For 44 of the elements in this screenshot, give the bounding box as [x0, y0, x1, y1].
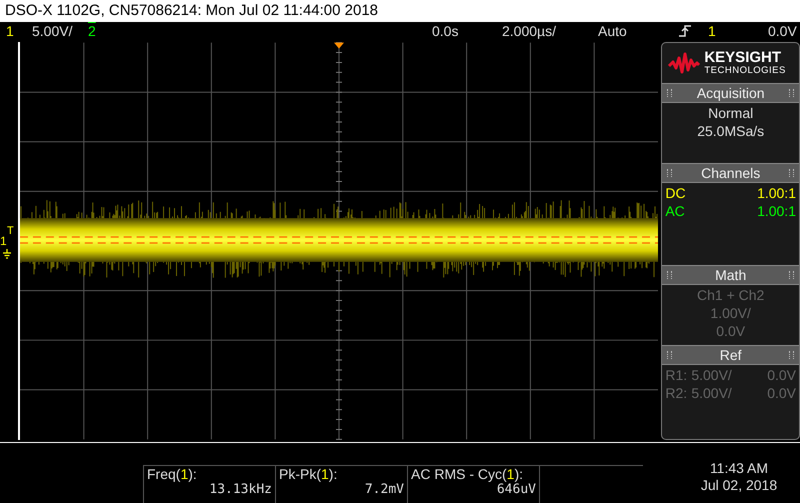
- ref-offset: 0.0V: [767, 367, 796, 383]
- trigger-level-marker: T: [7, 225, 14, 237]
- probe-ratio: 1.00:1: [757, 203, 796, 219]
- window-title: DSO-X 1102G, CN57086214: Mon Jul 02 11:44:00 2018: [4, 2, 378, 19]
- delay-value: 0.0s: [432, 23, 460, 39]
- logo-wordmark: KEYSIGHT: [704, 50, 782, 65]
- measurement-value: 7.2mV: [364, 482, 404, 497]
- channel-label[interactable]: 2: [82, 23, 114, 39]
- rising-edge-icon: [678, 24, 692, 38]
- clock-date: Jul 02, 2018: [700, 477, 778, 493]
- section-header: Math: [662, 265, 799, 285]
- measurement-label: Freq(1):: [147, 466, 198, 482]
- trigger-mode: Auto: [598, 23, 628, 39]
- measurement-value: 13.13kHz: [209, 482, 272, 497]
- channel-label[interactable]: 1: [0, 23, 32, 39]
- logo-subtitle: TECHNOLOGIES: [704, 65, 786, 76]
- trigger-position-marker: [334, 42, 344, 49]
- measurement-value: 646uV: [496, 482, 536, 497]
- ref-offset: 0.0V: [767, 385, 796, 401]
- ref-name: R1:: [665, 367, 688, 383]
- section-header: Channels: [662, 163, 799, 183]
- wave-logo-icon: [668, 52, 700, 74]
- ground-icon: [2, 249, 12, 259]
- channel-marker: 1: [0, 234, 7, 248]
- acquisition-info: Normal: [708, 105, 754, 121]
- math-info: 1.00V/: [710, 305, 751, 321]
- probe-ratio: 1.00:1: [757, 185, 796, 201]
- coupling-label: AC: [665, 203, 685, 219]
- clock-time: 11:43 AM: [710, 460, 768, 476]
- coupling-label: DC: [665, 185, 686, 201]
- measurement-label: AC RMS - Cyc(1):: [411, 466, 524, 482]
- timebase-value: 2.000µs/: [502, 23, 557, 39]
- trigger-source: 1: [708, 23, 717, 39]
- section-header: Ref: [662, 345, 799, 365]
- trigger-level: 0.0V: [768, 23, 797, 39]
- math-info: Ch1 + Ch2: [697, 287, 764, 303]
- math-info: 0.0V: [716, 323, 746, 339]
- measurement-label: Pk-Pk(1):: [279, 466, 338, 482]
- acquisition-info: 25.0MSa/s: [697, 123, 764, 139]
- ref-name: R2:: [665, 385, 688, 401]
- ref-scale: 5.00V/: [691, 367, 732, 383]
- ref-scale: 5.00V/: [691, 385, 732, 401]
- vertical-scale: 5.00V/: [32, 23, 74, 39]
- section-header: Acquisition: [662, 83, 799, 103]
